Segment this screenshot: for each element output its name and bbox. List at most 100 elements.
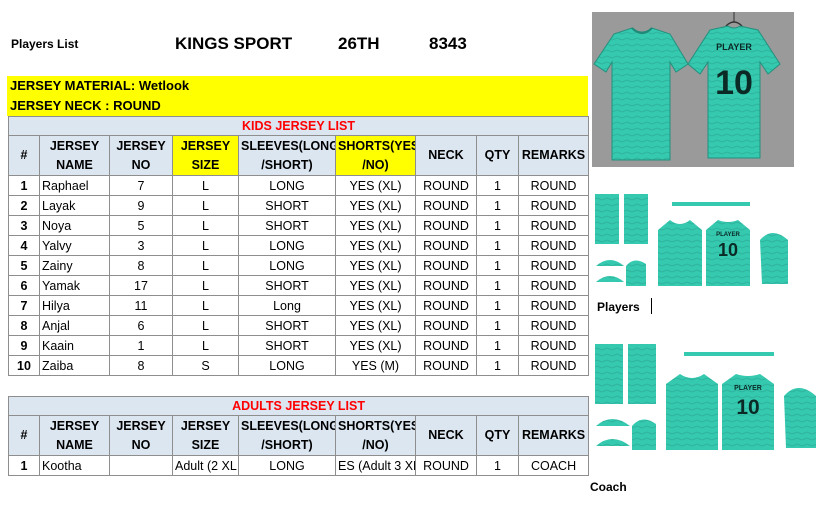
col-header-number: JERSEY NO (109, 135, 173, 176)
material-band: JERSEY MATERIAL: Wetlook (7, 76, 588, 96)
cell-name: Anjal (39, 315, 110, 336)
table-row: 6 Yamak 17 L SHORT YES (XL) ROUND 1 ROUND (8, 275, 590, 296)
cell-neck: ROUND (415, 335, 477, 356)
cell-neck: ROUND (415, 235, 477, 256)
cell-size: S (172, 355, 239, 376)
cell-shorts: YES (XL) (335, 335, 416, 356)
cell-name: Raphael (39, 175, 110, 196)
cell-sleeves: LONG (238, 255, 336, 276)
coach-pattern-sheet: PLAYER 10 (592, 340, 825, 458)
col-header-number: JERSEY NO (109, 415, 173, 456)
players-caption: Players (597, 300, 640, 314)
cell-number: 17 (109, 275, 173, 296)
cell-shorts: ES (Adult 3 XL (335, 455, 416, 476)
cell-remarks: ROUND (517, 215, 590, 236)
cell-number: 6 (109, 315, 173, 336)
cell-size: L (172, 235, 239, 256)
kids-table-title: KIDS JERSEY LIST (7, 116, 590, 136)
table-row: 10 Zaiba 8 S LONG YES (M) ROUND 1 ROUND (8, 355, 590, 376)
cell-size: Adult (2 XL (172, 455, 239, 476)
table-row: 3 Noya 5 L SHORT YES (XL) ROUND 1 ROUND (8, 215, 590, 236)
cell-number: 7 (109, 175, 173, 196)
cell-index: 1 (8, 175, 40, 196)
cell-name: Kootha (39, 455, 110, 476)
table-row: 1 Raphael 7 L LONG YES (XL) ROUND 1 ROUND (8, 175, 590, 196)
cell-name: Zaiba (39, 355, 110, 376)
cell-shorts: YES (XL) (335, 255, 416, 276)
cell-index: 6 (8, 275, 40, 296)
cell-shorts: YES (XL) (335, 175, 416, 196)
cell-neck: ROUND (415, 215, 477, 236)
cell-sleeves: SHORT (238, 215, 336, 236)
cell-size: L (172, 295, 239, 316)
cell-name: Yamak (39, 275, 110, 296)
kids-jersey-table: KIDS JERSEY LIST # JERSEY NAME JERSEY NO… (7, 116, 590, 376)
cell-qty: 1 (476, 295, 519, 316)
cell-size: L (172, 215, 239, 236)
order-code: 8343 (429, 34, 467, 53)
kids-header-row: # JERSEY NAME JERSEY NO JERSEY SIZE SLEE… (8, 135, 590, 176)
table-row: 5 Zainy 8 L LONG YES (XL) ROUND 1 ROUND (8, 255, 590, 276)
cell-sleeves: Long (238, 295, 336, 316)
cell-remarks: ROUND (517, 235, 590, 256)
col-header-sleeves: SLEEVES(LONG /SHORT) (238, 135, 336, 176)
cell-number: 3 (109, 235, 173, 256)
col-header-size: JERSEY SIZE (172, 415, 239, 456)
cell-qty: 1 (476, 255, 519, 276)
cell-remarks: ROUND (517, 335, 590, 356)
cell-index: 8 (8, 315, 40, 336)
col-header-name: JERSEY NAME (39, 135, 110, 176)
cell-remarks: ROUND (517, 175, 590, 196)
cell-neck: ROUND (415, 195, 477, 216)
cell-qty: 1 (476, 175, 519, 196)
col-header-index: # (8, 135, 40, 176)
players-list-label: Players List (11, 37, 79, 51)
cell-name: Yalvy (39, 235, 110, 256)
table-row: 7 Hilya 11 L Long YES (XL) ROUND 1 ROUND (8, 295, 590, 316)
cell-remarks: ROUND (517, 195, 590, 216)
coach-caption: Coach (590, 480, 627, 494)
cell-index: 2 (8, 195, 40, 216)
players-sheet-print: PLAYER (716, 232, 740, 238)
cell-remarks: ROUND (517, 315, 590, 336)
cell-remarks: ROUND (517, 295, 590, 316)
cell-sleeves: SHORT (238, 335, 336, 356)
col-header-qty: QTY (476, 135, 519, 176)
cell-index: 5 (8, 255, 40, 276)
coach-sheet-number: 10 (736, 396, 759, 419)
cell-number: 5 (109, 215, 173, 236)
cell-name: Zainy (39, 255, 110, 276)
col-header-remarks: REMARKS (517, 135, 590, 176)
cell-index: 10 (8, 355, 40, 376)
col-header-shorts: SHORTS(YES /NO) (335, 415, 416, 456)
cell-sleeves: LONG (238, 455, 336, 476)
cell-qty: 1 (476, 455, 519, 476)
cell-size: L (172, 175, 239, 196)
cell-name: Noya (39, 215, 110, 236)
table-row: 8 Anjal 6 L SHORT YES (XL) ROUND 1 ROUND (8, 315, 590, 336)
cell-shorts: YES (XL) (335, 295, 416, 316)
players-sheet-number: 10 (718, 240, 738, 260)
cell-size: L (172, 315, 239, 336)
cell-qty: 1 (476, 275, 519, 296)
date-label: 26TH (338, 34, 380, 53)
cell-qty: 1 (476, 355, 519, 376)
cell-qty: 1 (476, 215, 519, 236)
table-row: 2 Layak 9 L SHORT YES (XL) ROUND 1 ROUND (8, 195, 590, 216)
table-row: 9 Kaain 1 L SHORT YES (XL) ROUND 1 ROUND (8, 335, 590, 356)
cell-sleeves: SHORT (238, 275, 336, 296)
brand-title: KINGS SPORT (175, 34, 293, 53)
cell-shorts: YES (XL) (335, 195, 416, 216)
cell-neck: ROUND (415, 315, 477, 336)
neck-band: JERSEY NECK : ROUND (7, 96, 588, 116)
col-header-name: JERSEY NAME (39, 415, 110, 456)
col-header-neck: NECK (415, 415, 477, 456)
cell-shorts: YES (XL) (335, 235, 416, 256)
text-cursor (651, 298, 652, 314)
coach-sheet-print: PLAYER (734, 385, 762, 392)
cell-name: Hilya (39, 295, 110, 316)
adults-jersey-table: ADULTS JERSEY LIST # JERSEY NAME JERSEY … (7, 396, 590, 476)
cell-remarks: ROUND (517, 255, 590, 276)
cell-sleeves: SHORT (238, 195, 336, 216)
cell-index: 9 (8, 335, 40, 356)
